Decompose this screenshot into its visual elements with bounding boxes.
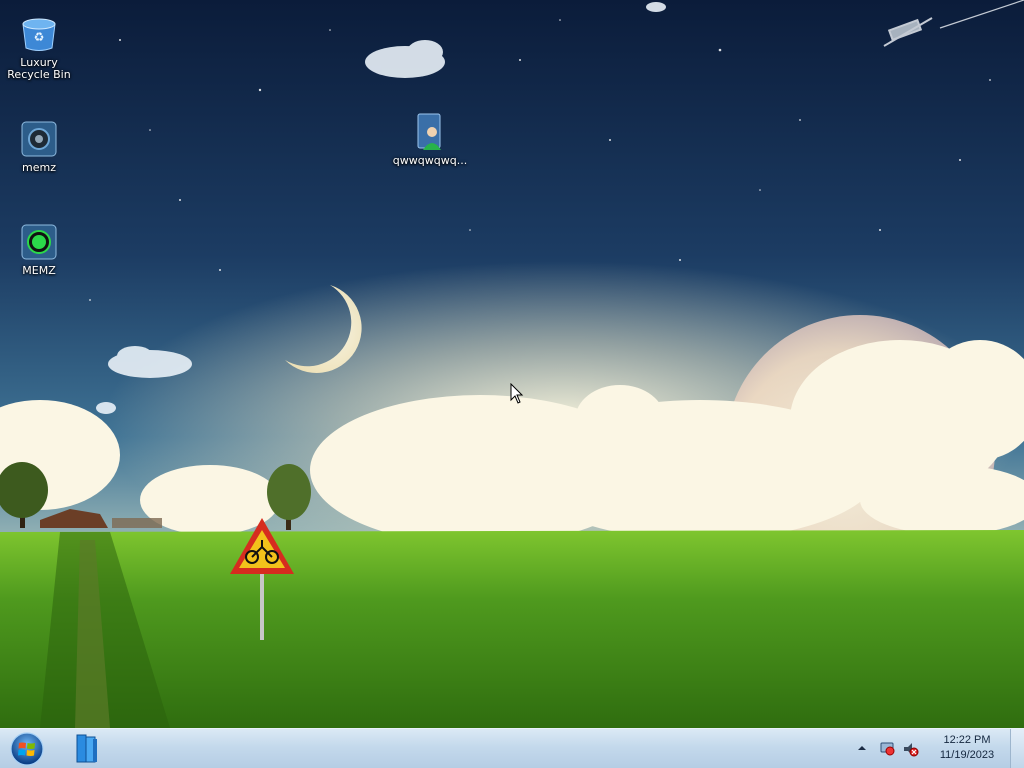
memz-app-icon <box>21 121 57 157</box>
desktop-icon-label: memz <box>22 161 56 174</box>
library-folder-icon <box>76 734 97 763</box>
desktop-icon-memz-green[interactable]: MEMZ <box>0 222 78 277</box>
desktop-icon-label: MEMZ <box>22 264 56 277</box>
wallpaper-image <box>0 0 1024 728</box>
taskbar-library-button[interactable] <box>68 730 106 767</box>
start-button[interactable] <box>8 731 46 767</box>
svg-text:♻: ♻ <box>34 30 45 44</box>
volume-icon[interactable] <box>902 740 920 758</box>
show-hidden-icons-arrow[interactable] <box>856 742 868 754</box>
desktop-icon-qwwqwqwq[interactable]: qwwqwqwq... <box>390 112 470 167</box>
mouse-cursor-icon <box>510 383 524 404</box>
taskbar: 12:22 PM 11/19/2023 <box>0 728 1024 768</box>
desktop-icon-memz[interactable]: memz <box>0 119 78 174</box>
desktop[interactable]: ♻ Luxury Recycle Bin memz MEMZ qwwqwqwq.… <box>0 0 1024 728</box>
desktop-icon-recycle-bin[interactable]: ♻ Luxury Recycle Bin <box>0 14 78 81</box>
recycle-bin-icon: ♻ <box>22 18 56 51</box>
clock-date: 11/19/2023 <box>939 749 995 761</box>
system-clock[interactable]: 12:22 PM 11/19/2023 <box>928 733 1006 763</box>
show-desktop-button[interactable] <box>1010 729 1024 768</box>
memz-green-app-icon <box>21 224 57 260</box>
clock-time: 12:22 PM <box>943 734 991 746</box>
desktop-icon-label: qwwqwqwq... <box>392 154 468 167</box>
network-icon[interactable] <box>878 740 896 758</box>
user-document-icon <box>417 113 441 150</box>
desktop-icon-label: Luxury Recycle Bin <box>7 56 71 81</box>
